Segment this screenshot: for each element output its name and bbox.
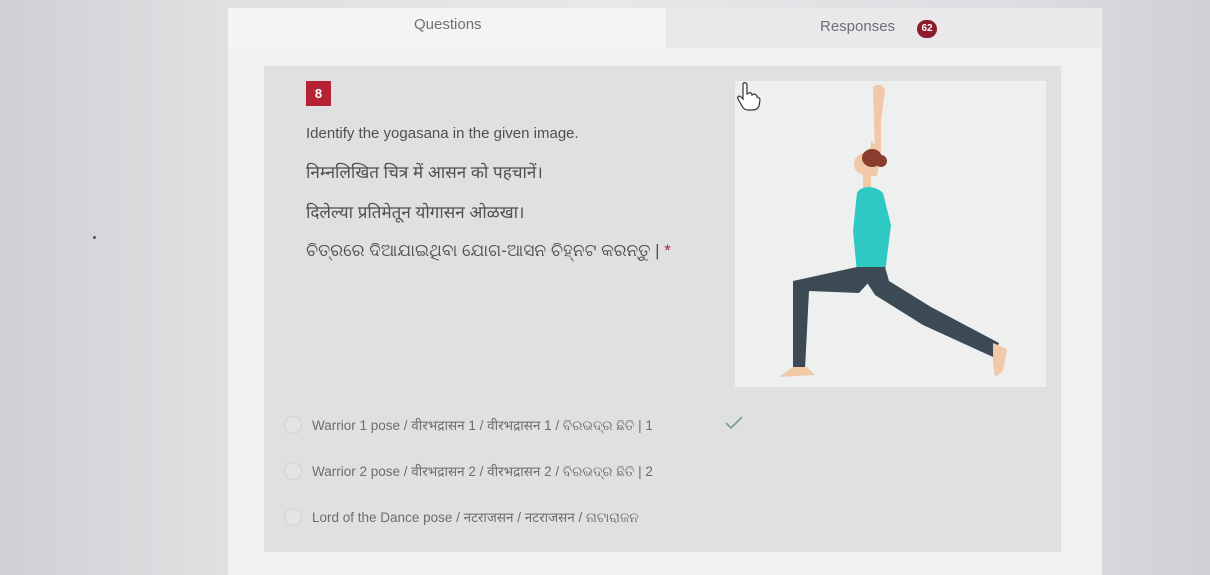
question-text-english: Identify the yogasana in the given image… <box>306 125 579 142</box>
option-label: Warrior 1 pose / वीरभद्रासन 1 / वीरभद्रा… <box>312 418 653 433</box>
tab-responses-label: Responses <box>820 18 896 35</box>
tab-questions[interactable]: Questions <box>228 8 666 48</box>
question-text-odia-line: ଚିତ୍ରରେ ଦିଆଯାଇଥିବା ଯୋଗ-ଆସନ ଚିହ୍ନଟ କରନ୍ତୁ… <box>306 241 671 261</box>
question-text-hindi: निम्नलिखित चित्र में आसन को पहचानें। <box>306 163 543 182</box>
tab-responses[interactable]: Responses 62 <box>666 8 1102 48</box>
screen-speck <box>93 236 96 239</box>
option-radio[interactable] <box>284 508 302 526</box>
yoga-warrior-pose-illustration <box>779 84 1007 377</box>
tab-questions-label: Questions <box>414 16 482 33</box>
question-number-badge: 8 <box>306 81 331 106</box>
option-label: Lord of the Dance pose / नटराजसन / नटराज… <box>312 510 639 525</box>
option-label: Warrior 2 pose / वीरभद्रासन 2 / वीरभद्रा… <box>312 464 653 479</box>
required-asterisk: * <box>664 241 671 260</box>
question-text-odia: ଚିତ୍ରରେ ଦିଆଯାଇଥିବା ଯୋଗ-ଆସନ ଚିହ୍ନଟ କରନ୍ତୁ… <box>306 241 660 260</box>
option-radio[interactable] <box>284 462 302 480</box>
correct-check-icon <box>725 416 743 430</box>
responses-count-badge: 62 <box>917 20 937 38</box>
hand-pointer-icon <box>737 82 761 111</box>
forms-page: Questions Responses 62 8 Identify the yo… <box>228 8 1102 575</box>
question-image <box>735 81 1046 387</box>
question-text-marathi: दिलेल्या प्रतिमेतून योगासन ओळखा। <box>306 203 525 222</box>
question-card: 8 Identify the yogasana in the given ima… <box>264 66 1061 552</box>
option-radio[interactable] <box>284 416 302 434</box>
tab-bar: Questions Responses 62 <box>228 8 1102 48</box>
